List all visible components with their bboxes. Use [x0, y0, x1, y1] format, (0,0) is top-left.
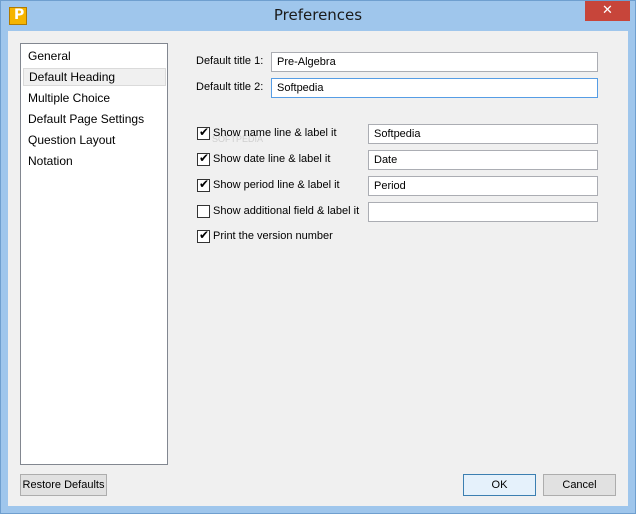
sidebar-item-default-heading[interactable]: Default Heading [23, 68, 166, 86]
title1-field[interactable]: Pre-Algebra [271, 52, 598, 72]
period-line-field[interactable]: Period [368, 176, 598, 196]
date-line-field[interactable]: Date [368, 150, 598, 170]
period-line-checkbox[interactable]: ✔ [197, 177, 210, 192]
additional-field-checkbox[interactable] [197, 205, 210, 218]
sidebar-item-question-layout[interactable]: Question Layout [23, 131, 166, 149]
restore-defaults-button[interactable]: Restore Defaults [20, 474, 107, 496]
window-title: Preferences [273, 6, 363, 24]
ok-button[interactable]: OK [463, 474, 536, 496]
close-button[interactable]: ✕ [585, 1, 630, 21]
name-line-label: Show name line & label it [213, 127, 337, 139]
date-line-label: Show date line & label it [213, 153, 331, 165]
period-line-label: Show period line & label it [213, 179, 340, 191]
sidebar-item-general[interactable]: General [23, 47, 166, 65]
name-line-checkbox[interactable]: ✔ [197, 125, 210, 140]
date-line-checkbox[interactable]: ✔ [197, 151, 210, 166]
dialog-body: General Default Heading Multiple Choice … [8, 31, 628, 506]
category-list[interactable]: General Default Heading Multiple Choice … [20, 43, 168, 465]
sidebar-item-default-page-settings[interactable]: Default Page Settings [23, 110, 166, 128]
title2-label: Default title 2: [196, 81, 264, 93]
title-bar[interactable]: P Preferences ✕ [1, 1, 635, 31]
check-icon: ✔ [199, 177, 210, 191]
close-icon: ✕ [602, 3, 613, 18]
check-icon: ✔ [199, 125, 210, 139]
name-line-field[interactable]: Softpedia [368, 124, 598, 144]
additional-field-label: Show additional field & label it [213, 205, 360, 217]
check-icon: ✔ [199, 151, 210, 165]
version-number-label: Print the version number [213, 230, 333, 242]
check-icon: ✔ [199, 228, 210, 242]
cancel-button[interactable]: Cancel [543, 474, 616, 496]
title1-label: Default title 1: [196, 55, 264, 67]
preferences-window: P Preferences ✕ General Default Heading … [0, 0, 636, 514]
sidebar-item-multiple-choice[interactable]: Multiple Choice [23, 89, 166, 107]
version-number-checkbox[interactable]: ✔ [197, 228, 210, 243]
sidebar-item-notation[interactable]: Notation [23, 152, 166, 170]
additional-field-input[interactable] [368, 202, 598, 222]
title2-field[interactable]: Softpedia [271, 78, 598, 98]
